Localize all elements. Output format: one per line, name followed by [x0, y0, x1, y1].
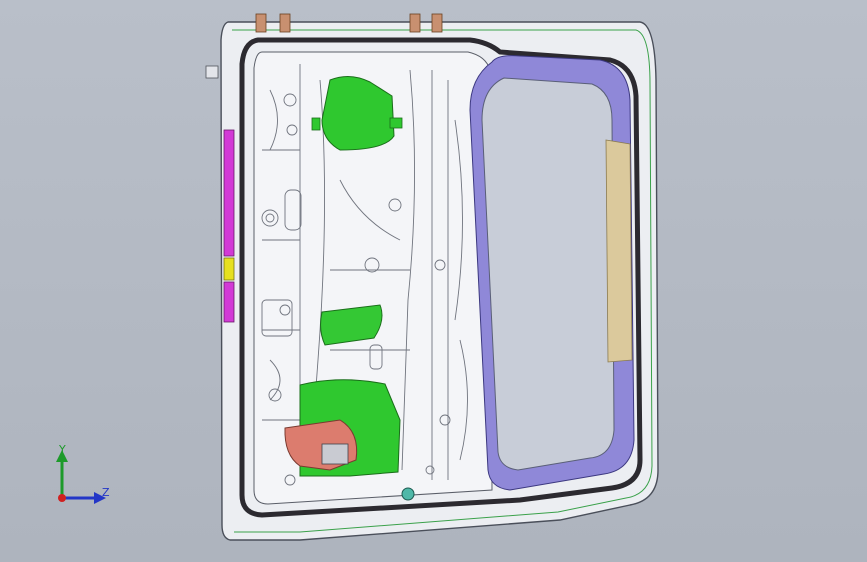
hinge-bracket-left-b [279, 13, 291, 33]
y-axis-label: Y [59, 443, 66, 456]
bottom-fastener [401, 487, 415, 501]
magenta-side-strip [223, 129, 235, 257]
hinge-bracket-left-a [255, 13, 267, 33]
green-clip-side [311, 117, 321, 131]
door-model[interactable] [0, 0, 867, 562]
x-axis-origin [58, 494, 66, 502]
yellow-side-marker [223, 257, 235, 281]
tan-trim-strip [605, 139, 633, 363]
axis-triad [56, 450, 106, 504]
cad-viewport[interactable]: Y Z [0, 0, 867, 562]
hinge-bracket-right-b [431, 13, 443, 33]
window-glass [481, 77, 615, 471]
hinge-bracket-right-a [409, 13, 421, 33]
latch-mechanism [321, 443, 349, 465]
green-clip-small [389, 117, 403, 129]
magenta-side-strip-lower [223, 281, 235, 323]
z-axis-label: Z [102, 486, 110, 499]
side-hinge-bracket [205, 65, 219, 79]
